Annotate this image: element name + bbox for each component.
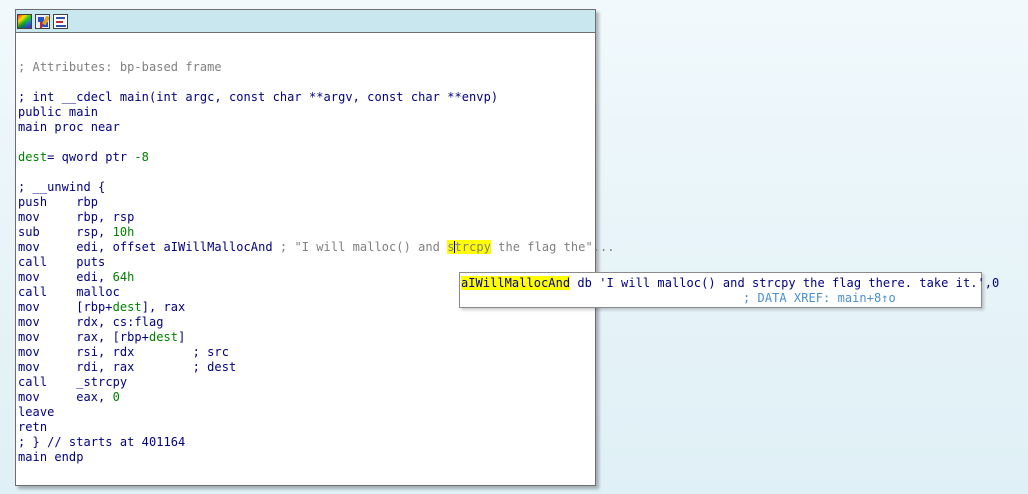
attributes-comment: ; Attributes: bp-based frame bbox=[18, 60, 222, 74]
graph-overview-icon[interactable] bbox=[35, 13, 50, 29]
instruction-row[interactable]: call puts bbox=[18, 255, 615, 270]
starts-at-comment: ; } // starts at 401164 bbox=[18, 435, 186, 449]
instruction-row[interactable]: mov rsi, rdx ; src bbox=[18, 345, 615, 360]
string-hint-popup: aIWillMallocAnd db 'I will malloc() and … bbox=[459, 272, 1000, 308]
disassembly-listing[interactable]: ; Attributes: bp-based frame ; int __cde… bbox=[18, 60, 615, 465]
text-view-icon[interactable] bbox=[53, 13, 68, 29]
instruction-row[interactable]: mov eax, 0 bbox=[18, 390, 615, 405]
instruction-row[interactable]: sub rsp, 10h bbox=[18, 225, 615, 240]
color-palette-icon[interactable] bbox=[17, 13, 32, 29]
hint-definition: aIWillMallocAnd db 'I will malloc() and … bbox=[461, 276, 1000, 290]
signature-comment: ; int __cdecl main(int argc, const char … bbox=[18, 90, 499, 104]
instruction-row[interactable]: leave bbox=[18, 405, 615, 420]
instruction-row[interactable]: mov rax, [rbp+dest] bbox=[18, 330, 615, 345]
instruction-row[interactable]: mov edi, offset aIWillMallocAnd ; "I wil… bbox=[18, 240, 615, 255]
proc-directive: main proc near bbox=[18, 120, 120, 134]
hint-xref: ; DATA XREF: main+8↑o bbox=[743, 291, 896, 305]
public-directive: public main bbox=[18, 105, 99, 119]
instruction-row[interactable]: mov rdx, cs:flag bbox=[18, 315, 615, 330]
dest-var-name[interactable]: dest bbox=[18, 150, 47, 164]
hint-label: aIWillMallocAnd bbox=[461, 276, 571, 290]
search-highlight: strcpy bbox=[447, 240, 491, 254]
endp-directive: main endp bbox=[18, 450, 84, 464]
instruction-row[interactable]: push rbp bbox=[18, 195, 615, 210]
unwind-comment: ; __unwind { bbox=[18, 180, 106, 194]
node-titlebar bbox=[16, 10, 595, 33]
instruction-row[interactable]: retn bbox=[18, 420, 615, 435]
dest-var-def: dest= qword ptr -8 bbox=[18, 150, 149, 164]
instruction-row[interactable]: mov rbp, rsp bbox=[18, 210, 615, 225]
instruction-row[interactable]: mov rdi, rax ; dest bbox=[18, 360, 615, 375]
instruction-row[interactable]: call _strcpy bbox=[18, 375, 615, 390]
graph-node-window[interactable]: ; Attributes: bp-based frame ; int __cde… bbox=[15, 9, 615, 486]
